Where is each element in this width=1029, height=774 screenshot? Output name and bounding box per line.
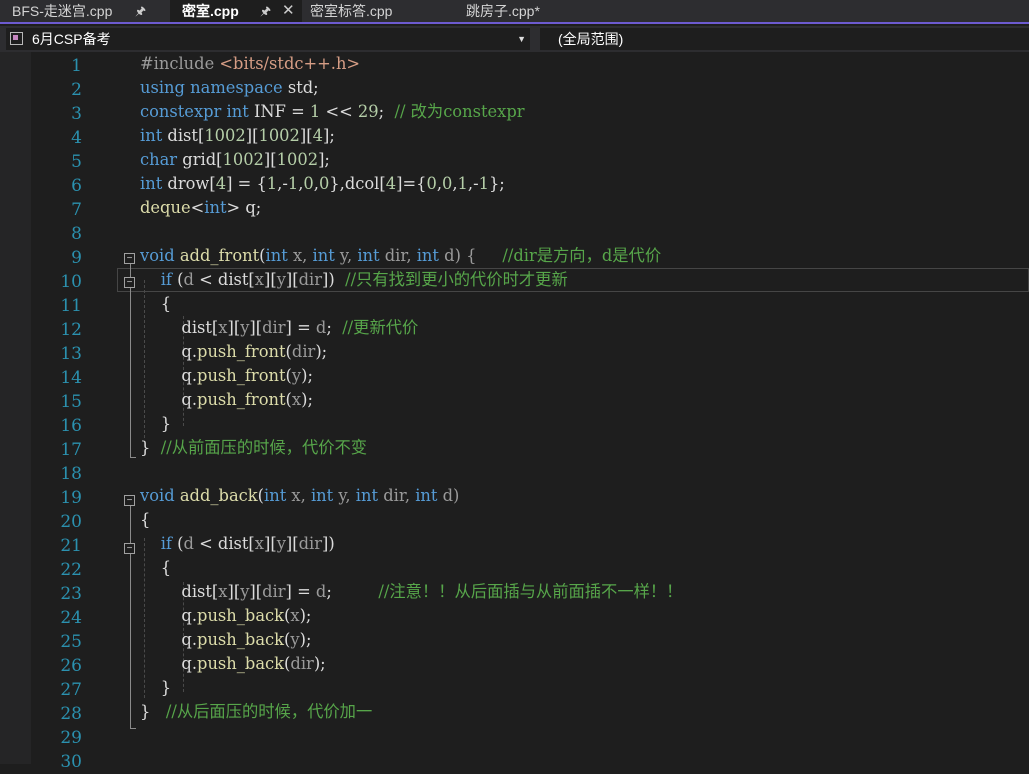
code-line: void add_front(int x, int y, int dir, in…: [140, 246, 662, 265]
outline-bracket: [130, 264, 131, 458]
code-line: } //从后面压的时候，代价加一: [140, 702, 373, 721]
line-number: 11: [60, 296, 82, 316]
project-icon: [10, 32, 23, 45]
line-number: 15: [60, 392, 82, 412]
line-number: 9: [71, 248, 82, 268]
line-number: 30: [60, 752, 82, 772]
line-number: 21: [60, 536, 82, 556]
outline-bracket-end: [130, 457, 136, 458]
pin-icon[interactable]: 🖈: [135, 0, 146, 22]
line-number: 13: [60, 344, 82, 364]
collapse-toggle[interactable]: −: [124, 543, 135, 554]
line-number: 20: [60, 512, 82, 532]
code-editor[interactable]: 1 2 3 4 5 6 7 8 9 10 11 12 13 14 15 16 1…: [0, 52, 1029, 772]
tab-label: BFS-走迷宫.cpp: [12, 3, 113, 19]
tab-secret-room-answer[interactable]: 密室标答.cpp: [298, 0, 454, 22]
pin-icon[interactable]: 🖈: [260, 0, 271, 22]
scope-dropdown[interactable]: (全局范围): [540, 28, 1029, 50]
code-line: q.push_back(x);: [140, 606, 312, 625]
line-number: 25: [60, 632, 82, 652]
code-line: q.push_back(dir);: [140, 654, 326, 673]
chevron-down-icon[interactable]: ▼: [517, 28, 526, 50]
code-line: dist[x][y][dir] = d; //更新代价: [140, 318, 419, 337]
tab-label: 跳房子.cpp*: [466, 3, 540, 19]
line-number: 24: [60, 608, 82, 628]
collapse-toggle[interactable]: −: [124, 495, 135, 506]
tab-hopscotch[interactable]: 跳房子.cpp*: [454, 0, 606, 22]
line-number: 8: [71, 224, 82, 244]
project-label: 6月CSP备考: [32, 31, 111, 47]
line-number: 22: [60, 560, 82, 580]
line-number: 6: [71, 176, 82, 196]
project-dropdown[interactable]: 6月CSP备考 ▼: [6, 28, 530, 50]
code-line: {: [140, 558, 172, 577]
code-line: #include <bits/stdc++.h>: [140, 54, 361, 73]
active-tab-underline: [0, 22, 1029, 24]
tab-label: 密室标答.cpp: [310, 3, 393, 19]
glyph-margin: [0, 52, 31, 764]
code-line: q.push_front(dir);: [140, 342, 328, 361]
code-line: deque<int> q;: [140, 198, 262, 217]
line-number: 3: [71, 104, 82, 124]
line-number: 19: [60, 488, 82, 508]
line-number: 27: [60, 680, 82, 700]
code-line: dist[x][y][dir] = d; //注意！！从后面插与从前面插不一样！…: [140, 582, 683, 601]
line-number: 28: [60, 704, 82, 724]
line-number: 2: [71, 80, 82, 100]
tab-secret-room[interactable]: 密室.cpp 🖈 ✕: [170, 0, 302, 22]
document-tab-strip: BFS-走迷宫.cpp 🖈 密室.cpp 🖈 ✕ 密室标答.cpp 跳房子.cp…: [0, 0, 1029, 24]
collapse-toggle[interactable]: −: [124, 253, 135, 264]
line-number: 12: [60, 320, 82, 340]
outline-bracket-end: [130, 728, 136, 729]
line-number: 16: [60, 416, 82, 436]
code-line: constexpr int INF = 1 << 29; // 改为conste…: [140, 102, 525, 121]
close-icon[interactable]: ✕: [282, 0, 295, 22]
line-number: 14: [60, 368, 82, 388]
code-line: q.push_front(y);: [140, 366, 313, 385]
line-number: 29: [60, 728, 82, 748]
code-line: {: [140, 294, 172, 313]
code-line: int drow[4] = {1,-1,0,0},dcol[4]={0,0,1,…: [140, 174, 505, 193]
line-number: 26: [60, 656, 82, 676]
line-number: 17: [60, 440, 82, 460]
code-line: }: [140, 678, 172, 697]
line-number: 18: [60, 464, 82, 484]
navigation-bar: 6月CSP备考 ▼ (全局范围): [0, 26, 1029, 52]
code-line: if (d < dist[x][y][dir]) //只有找到更小的代价时才更新: [160, 270, 568, 289]
code-line: if (d < dist[x][y][dir]): [160, 534, 335, 553]
line-number: 1: [71, 56, 82, 76]
line-number: 7: [71, 200, 82, 220]
code-line: }: [140, 414, 172, 433]
outline-bracket: [130, 506, 131, 729]
scope-label: (全局范围): [558, 31, 624, 47]
line-number: 10: [60, 272, 82, 292]
collapse-toggle[interactable]: −: [124, 277, 135, 288]
line-number: 4: [71, 128, 82, 148]
code-line: q.push_back(y);: [140, 630, 312, 649]
code-line: using namespace std;: [140, 78, 319, 97]
line-number: 23: [60, 584, 82, 604]
code-line: int dist[1002][1002][4];: [140, 126, 335, 145]
code-line: q.push_front(x);: [140, 390, 313, 409]
tab-bfs-maze[interactable]: BFS-走迷宫.cpp 🖈: [0, 0, 170, 22]
code-line: } //从前面压的时候，代价不变: [140, 438, 368, 457]
code-line: {: [140, 510, 151, 529]
code-line: char grid[1002][1002];: [140, 150, 330, 169]
code-line: void add_back(int x, int y, int dir, int…: [140, 486, 460, 505]
line-number: 5: [71, 152, 82, 172]
tab-label: 密室.cpp: [182, 3, 239, 19]
